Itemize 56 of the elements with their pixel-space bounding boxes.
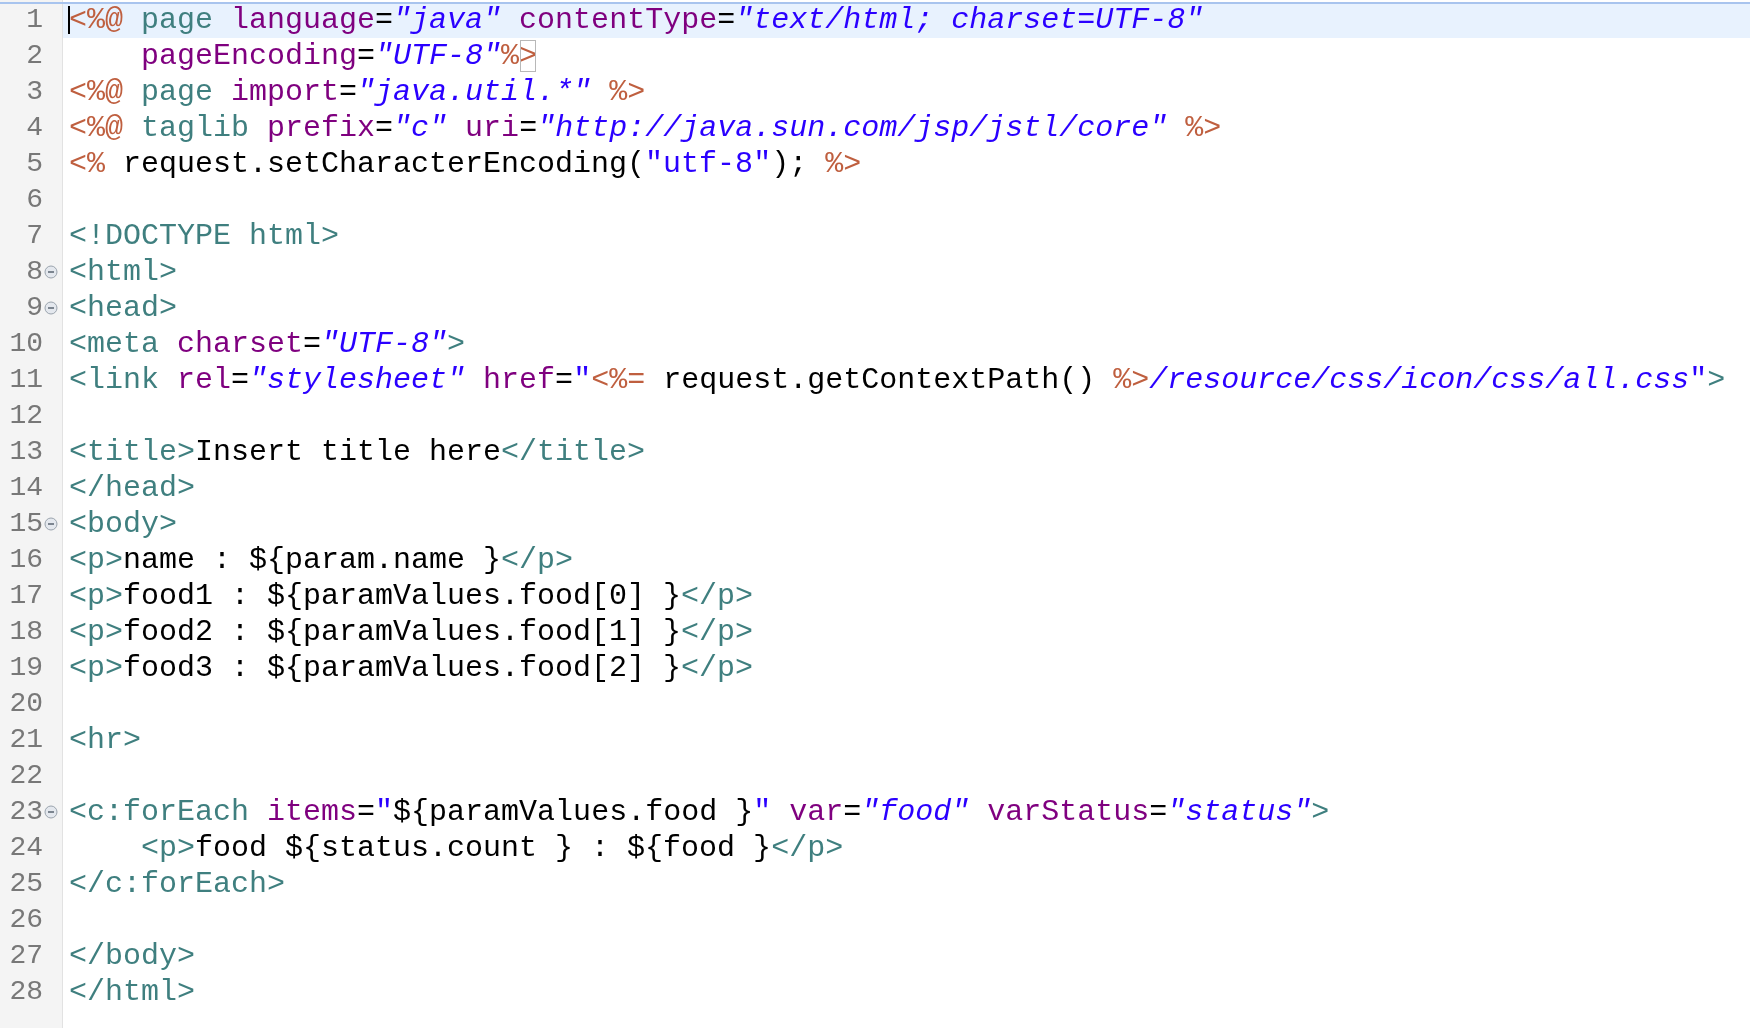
code-line: <body> [69,506,178,542]
code-line: <meta charset="UTF-8"> [69,326,466,362]
line-number: 28 [9,976,43,1008]
code-line: <head> [69,290,178,326]
line-number: 11 [9,364,43,396]
code-line: <%@ taglib prefix="c" uri="http://java.sun.com/jsp/jstl/core" %> [69,110,1222,146]
line-number: 4 [26,112,43,144]
line-number: 7 [26,220,43,252]
code-line: <title>Insert title here</title> [69,434,646,470]
code-line: </html> [69,974,196,1010]
code-line: </c:forEach> [69,866,286,902]
code-line: <hr> [69,722,141,758]
code-line: <p>food2 : ${paramValues.food[1] }</p> [69,614,754,650]
line-number: 1 [26,4,43,36]
code-line: <%@ page language="java" contentType="text/html; charset=UTF-8" [69,2,1204,38]
line-number: 6 [26,184,43,216]
collapse-icon[interactable] [44,265,58,279]
line-number: 21 [9,724,43,756]
line-number: 20 [9,688,43,720]
line-number: 5 [26,148,43,180]
code-line: </body> [69,938,196,974]
line-number: 15 [9,508,43,540]
collapse-icon[interactable] [44,301,58,315]
code-line: <c:forEach items="${paramValues.food }" var="food" varStatus="status"> [69,794,1330,830]
line-number: 23 [9,796,43,828]
code-line: pageEncoding="UTF-8"%> [140,38,538,74]
code-line: <p>food3 : ${paramValues.food[2] }</p> [69,650,754,686]
line-number: 9 [26,292,43,324]
line-number: 18 [9,616,43,648]
line-number: 2 [26,40,43,72]
line-number: 8 [26,256,43,288]
code-line: <p>food1 : ${paramValues.food[0] }</p> [69,578,754,614]
code-line: <% request.setCharacterEncoding("utf-8"); %> [69,146,862,182]
line-number: 3 [26,76,43,108]
code-line: <p>food ${status.count } : ${food }</p> [140,830,844,866]
line-number: 10 [9,328,43,360]
line-number: 26 [9,904,43,936]
line-number: 13 [9,436,43,468]
line-number: 19 [9,652,43,684]
line-number: 25 [9,868,43,900]
line-number: 24 [9,832,43,864]
code-line: <link rel="stylesheet" href="<%= request.getContextPath() %>/resource/css/icon/css/all.css"> [69,362,1726,398]
text-cursor [68,6,70,34]
collapse-icon[interactable] [44,805,58,819]
code-line: <%@ page import="java.util.*" %> [69,74,646,110]
code-line: <!DOCTYPE html> [69,218,340,254]
line-number: 27 [9,940,43,972]
line-number: 14 [9,472,43,504]
collapse-icon[interactable] [44,517,58,531]
line-number: 12 [9,400,43,432]
code-line: <html> [69,254,178,290]
code-line: <p>name : ${param.name }</p> [69,542,574,578]
line-number: 17 [9,580,43,612]
code-line: </head> [69,470,196,506]
line-number: 16 [9,544,43,576]
line-number: 22 [9,760,43,792]
